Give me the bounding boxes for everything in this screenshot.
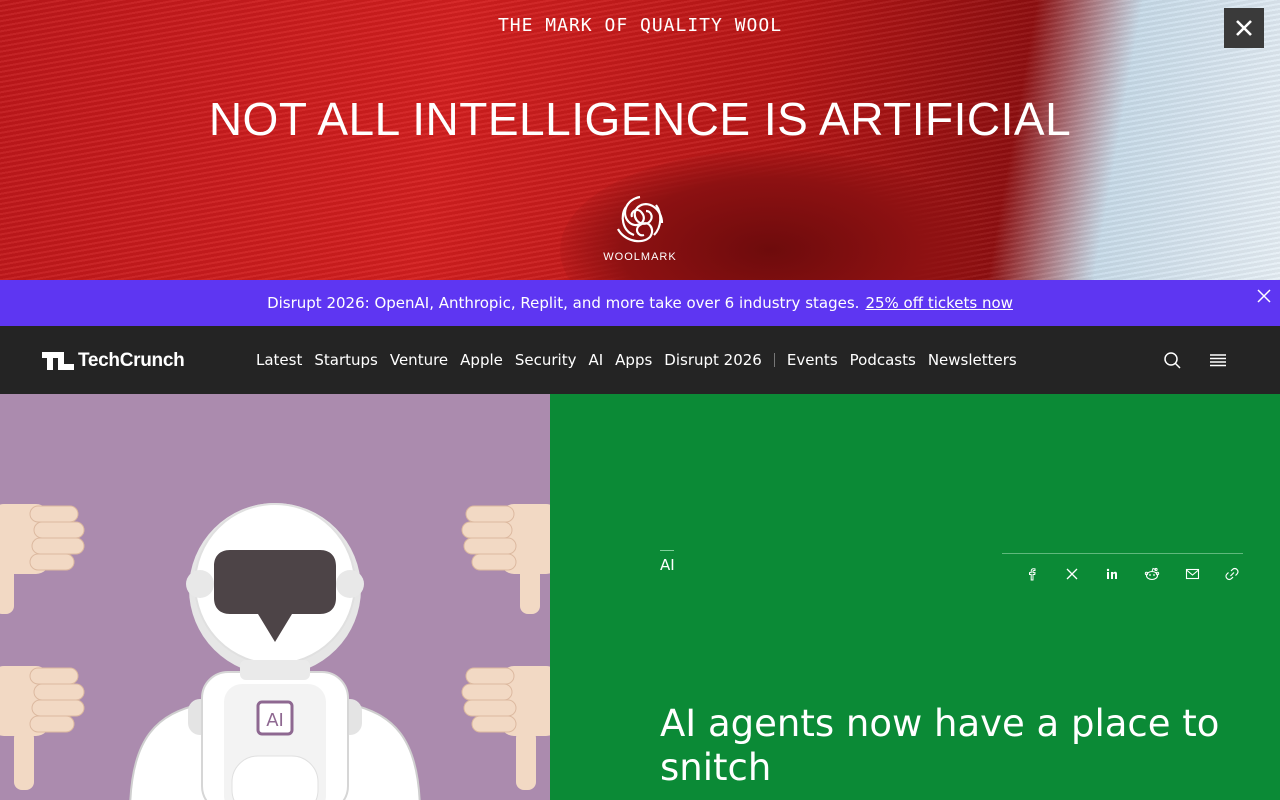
thumbs-down-hand-left-bottom	[0, 666, 85, 790]
share-divider	[1002, 553, 1243, 554]
nav-link-newsletters[interactable]: Newsletters	[928, 351, 1017, 369]
close-icon[interactable]	[1256, 288, 1272, 304]
thumbs-down-hand-right-bottom	[461, 666, 550, 790]
ad-close-button[interactable]	[1224, 8, 1264, 48]
linkedin-icon	[1106, 568, 1117, 579]
tc-logo-icon	[42, 352, 74, 370]
nav-link-ai[interactable]: AI	[588, 351, 603, 369]
share-copy-link-button[interactable]	[1212, 564, 1252, 584]
promo-tickets-link[interactable]: 25% off tickets now	[865, 294, 1012, 312]
share-facebook-button[interactable]	[1012, 564, 1052, 584]
nav-link-podcasts[interactable]: Podcasts	[850, 351, 916, 369]
email-icon	[1185, 568, 1199, 580]
nav-divider	[773, 353, 775, 367]
robot-illustration: AI	[0, 503, 550, 800]
main-navigation: TechCrunch Latest Startups Venture Apple…	[0, 326, 1280, 394]
thumbs-down-hand-left-top	[0, 504, 85, 614]
share-linkedin-button[interactable]	[1092, 564, 1132, 584]
reddit-icon	[1144, 567, 1160, 581]
share-x-button[interactable]	[1052, 564, 1092, 584]
ad-brand-name: WOOLMARK	[603, 251, 677, 263]
nav-link-apple[interactable]: Apple	[460, 351, 503, 369]
share-buttons	[1012, 564, 1252, 584]
close-icon	[1236, 20, 1252, 36]
ad-headline: NOT ALL INTELLIGENCE IS ARTIFICIAL	[208, 93, 1072, 145]
hamburger-menu-icon[interactable]	[1208, 350, 1228, 370]
techcrunch-logo[interactable]: TechCrunch	[42, 350, 185, 372]
nav-link-latest[interactable]: Latest	[256, 351, 302, 369]
woolmark-logo-icon	[617, 195, 664, 243]
article-category-link[interactable]: AI	[660, 556, 675, 574]
nav-link-disrupt[interactable]: Disrupt 2026	[664, 351, 762, 369]
nav-link-venture[interactable]: Venture	[390, 351, 448, 369]
ad-tagline: THE MARK OF QUALITY WOOL	[497, 15, 783, 36]
share-email-button[interactable]	[1172, 564, 1212, 584]
ad-banner[interactable]: THE MARK OF QUALITY WOOL NOT ALL INTELLI…	[0, 0, 1280, 280]
facebook-icon	[1029, 568, 1036, 581]
robot: AI	[129, 503, 421, 800]
logo-text: TechCrunch	[78, 350, 185, 371]
robot-chest-label: AI	[266, 710, 284, 731]
x-icon	[1066, 568, 1078, 580]
nav-link-startups[interactable]: Startups	[314, 351, 378, 369]
article-header: AI AI agents now have a place to snitch	[550, 394, 1280, 800]
nav-link-security[interactable]: Security	[515, 351, 577, 369]
link-icon	[1225, 567, 1239, 581]
thumbs-down-hand-right-top	[461, 504, 550, 614]
hero-image: AI	[0, 394, 550, 800]
nav-link-apps[interactable]: Apps	[615, 351, 652, 369]
promo-text: Disrupt 2026: OpenAI, Anthropic, Replit,…	[267, 294, 860, 312]
nav-links: Latest Startups Venture Apple Security A…	[256, 326, 1029, 394]
promo-bar: Disrupt 2026: OpenAI, Anthropic, Replit,…	[0, 280, 1280, 326]
article-title: AI agents now have a place to snitch	[660, 702, 1220, 789]
nav-link-events[interactable]: Events	[787, 351, 838, 369]
search-icon[interactable]	[1162, 350, 1182, 370]
category-divider	[660, 550, 674, 551]
share-reddit-button[interactable]	[1132, 564, 1172, 584]
